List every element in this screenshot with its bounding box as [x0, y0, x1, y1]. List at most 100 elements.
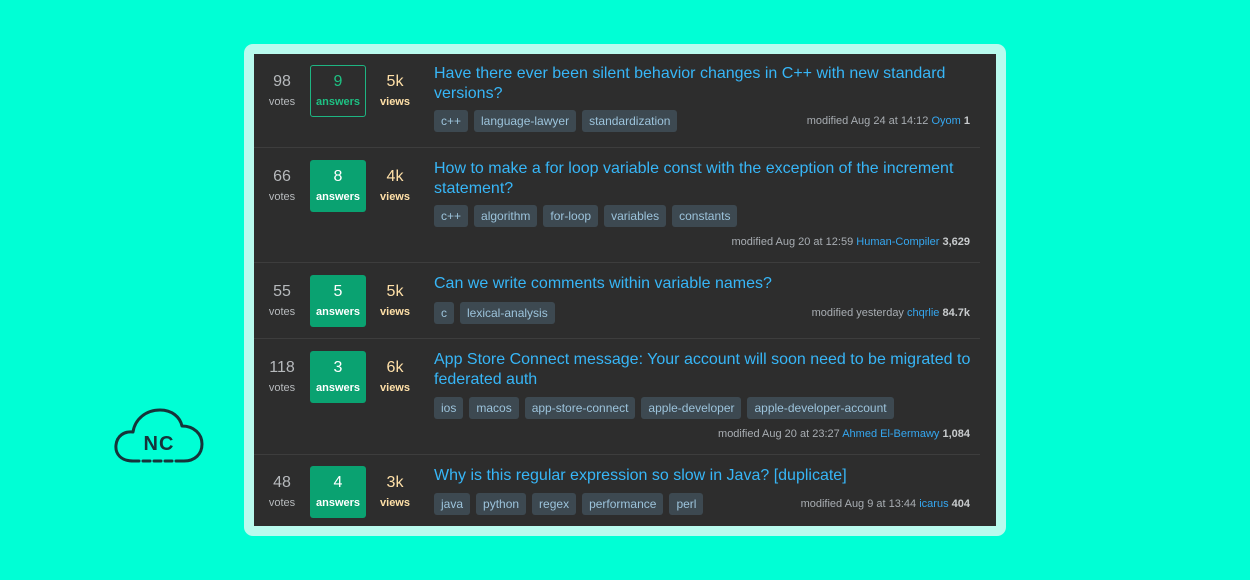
vote-count: 48 votes — [260, 474, 304, 510]
title-line: Have there ever been silent behavior cha… — [434, 65, 946, 82]
tag[interactable]: algorithm — [474, 205, 538, 227]
title-line: Can we write comments within variable na… — [434, 275, 772, 292]
vote-label: votes — [268, 306, 296, 318]
view-count: 5k views — [374, 73, 416, 109]
view-label: views — [380, 96, 410, 108]
tag[interactable]: language-lawyer — [474, 110, 577, 132]
vote-count: 98 votes — [260, 73, 304, 109]
modified-info: modified Aug 20 at 12:59 Human-Compiler … — [731, 235, 970, 249]
tag[interactable]: apple-developer — [641, 397, 742, 419]
view-number: 5k — [386, 73, 404, 90]
tag[interactable]: python — [476, 493, 527, 515]
vote-number: 55 — [273, 283, 291, 300]
tag[interactable]: standardization — [582, 110, 678, 132]
user-reputation: 84.7k — [942, 307, 970, 319]
answer-label: answers — [315, 306, 361, 318]
tag-list: ios macos app-store-connect apple-develo… — [434, 397, 894, 419]
title-line: statement? — [434, 180, 514, 197]
vote-label: votes — [268, 382, 296, 394]
user-reputation: 1,084 — [942, 428, 970, 440]
answer-label: answers — [315, 382, 361, 394]
question-title-link[interactable]: App Store Connect message: Your account … — [434, 350, 974, 390]
answer-count: 9 answers — [310, 65, 366, 117]
modified-date: modified Aug 20 at 12:59 — [731, 236, 854, 248]
vote-number: 66 — [273, 168, 291, 185]
view-label: views — [380, 497, 410, 509]
vote-number: 118 — [269, 359, 295, 376]
question-list: 98 votes 9 answers 5k views Have there e… — [254, 54, 996, 526]
modified-info: modified Aug 24 at 14:12 Oyom 1 — [807, 114, 970, 128]
view-label: views — [380, 306, 410, 318]
view-count: 3k views — [374, 474, 416, 510]
tag[interactable]: c — [434, 302, 454, 324]
answer-number: 8 — [333, 168, 343, 185]
view-number: 3k — [386, 474, 404, 491]
vote-label: votes — [268, 497, 296, 509]
user-reputation: 1 — [963, 115, 970, 127]
tag-list: c++ language-lawyer standardization — [434, 110, 678, 132]
user-reputation: 404 — [951, 498, 970, 510]
view-number: 5k — [386, 283, 404, 300]
tag[interactable]: perl — [669, 493, 704, 515]
question-title-link[interactable]: Why is this regular expression so slow i… — [434, 466, 974, 486]
answer-count-accepted: 5 answers — [310, 275, 366, 327]
tag[interactable]: regex — [532, 493, 577, 515]
answer-label: answers — [315, 191, 361, 203]
tag-list: c lexical-analysis — [434, 302, 555, 324]
tag[interactable]: c++ — [434, 205, 469, 227]
view-label: views — [380, 382, 410, 394]
vote-label: votes — [268, 96, 296, 108]
vote-count: 66 votes — [260, 168, 304, 204]
question-row: 118 votes 3 answers 6k views App Store C… — [254, 339, 980, 455]
tag[interactable]: app-store-connect — [524, 397, 636, 419]
modified-info: modified yesterday chqrlie 84.7k — [812, 306, 970, 320]
question-row: 66 votes 8 answers 4k views How to make … — [254, 148, 980, 263]
tag[interactable]: macos — [469, 397, 519, 419]
user-link[interactable]: Human-Compiler — [856, 236, 939, 248]
modified-info: modified Aug 9 at 13:44 icarus 404 — [801, 497, 970, 511]
view-count: 4k views — [374, 168, 416, 204]
view-label: views — [380, 191, 410, 203]
question-title-link[interactable]: How to make a for loop variable const wi… — [434, 159, 974, 199]
tag[interactable]: ios — [434, 397, 464, 419]
vote-label: votes — [268, 191, 296, 203]
answer-number: 4 — [333, 474, 343, 491]
view-count: 6k views — [374, 359, 416, 395]
tag[interactable]: constants — [672, 205, 738, 227]
vote-count: 55 votes — [260, 283, 304, 319]
user-link[interactable]: icarus — [919, 498, 948, 510]
vote-number: 48 — [273, 474, 291, 491]
user-link[interactable]: chqrlie — [907, 307, 939, 319]
user-link[interactable]: Ahmed El-Bermawy — [842, 428, 939, 440]
modified-info: modified Aug 20 at 23:27 Ahmed El-Bermaw… — [718, 427, 970, 441]
tag[interactable]: lexical-analysis — [460, 302, 555, 324]
tag[interactable]: java — [434, 493, 471, 515]
title-line: federated auth — [434, 371, 538, 388]
modified-date: modified Aug 20 at 23:27 — [718, 428, 840, 440]
question-title-link[interactable]: Can we write comments within variable na… — [434, 274, 974, 294]
answer-label: answers — [315, 497, 361, 509]
logo-text: NC — [144, 433, 175, 455]
view-count: 5k views — [374, 283, 416, 319]
user-reputation: 3,629 — [942, 236, 970, 248]
tag[interactable]: variables — [604, 205, 667, 227]
tag[interactable]: c++ — [434, 110, 469, 132]
answer-label: answers — [315, 96, 361, 108]
modified-date: modified Aug 9 at 13:44 — [800, 498, 917, 510]
tag[interactable]: for-loop — [543, 205, 599, 227]
tag[interactable]: performance — [582, 493, 664, 515]
tag-list: c++ algorithm for-loop variables constan… — [434, 205, 738, 227]
answer-count-accepted: 4 answers — [310, 466, 366, 518]
user-link[interactable]: Oyom — [931, 115, 960, 127]
title-line: How to make a for loop variable const wi… — [434, 160, 954, 177]
tag[interactable]: apple-developer-account — [747, 397, 894, 419]
answer-number: 9 — [333, 73, 343, 90]
question-title-link[interactable]: Have there ever been silent behavior cha… — [434, 64, 974, 104]
question-row: 98 votes 9 answers 5k views Have there e… — [254, 54, 980, 148]
nc-cloud-logo: NC — [114, 408, 204, 463]
vote-number: 98 — [273, 73, 291, 90]
answer-number: 3 — [333, 359, 343, 376]
question-row: 55 votes 5 answers 5k views Can we write… — [254, 263, 980, 339]
answer-count-accepted: 3 answers — [310, 351, 366, 403]
vote-count: 118 votes — [260, 359, 304, 395]
